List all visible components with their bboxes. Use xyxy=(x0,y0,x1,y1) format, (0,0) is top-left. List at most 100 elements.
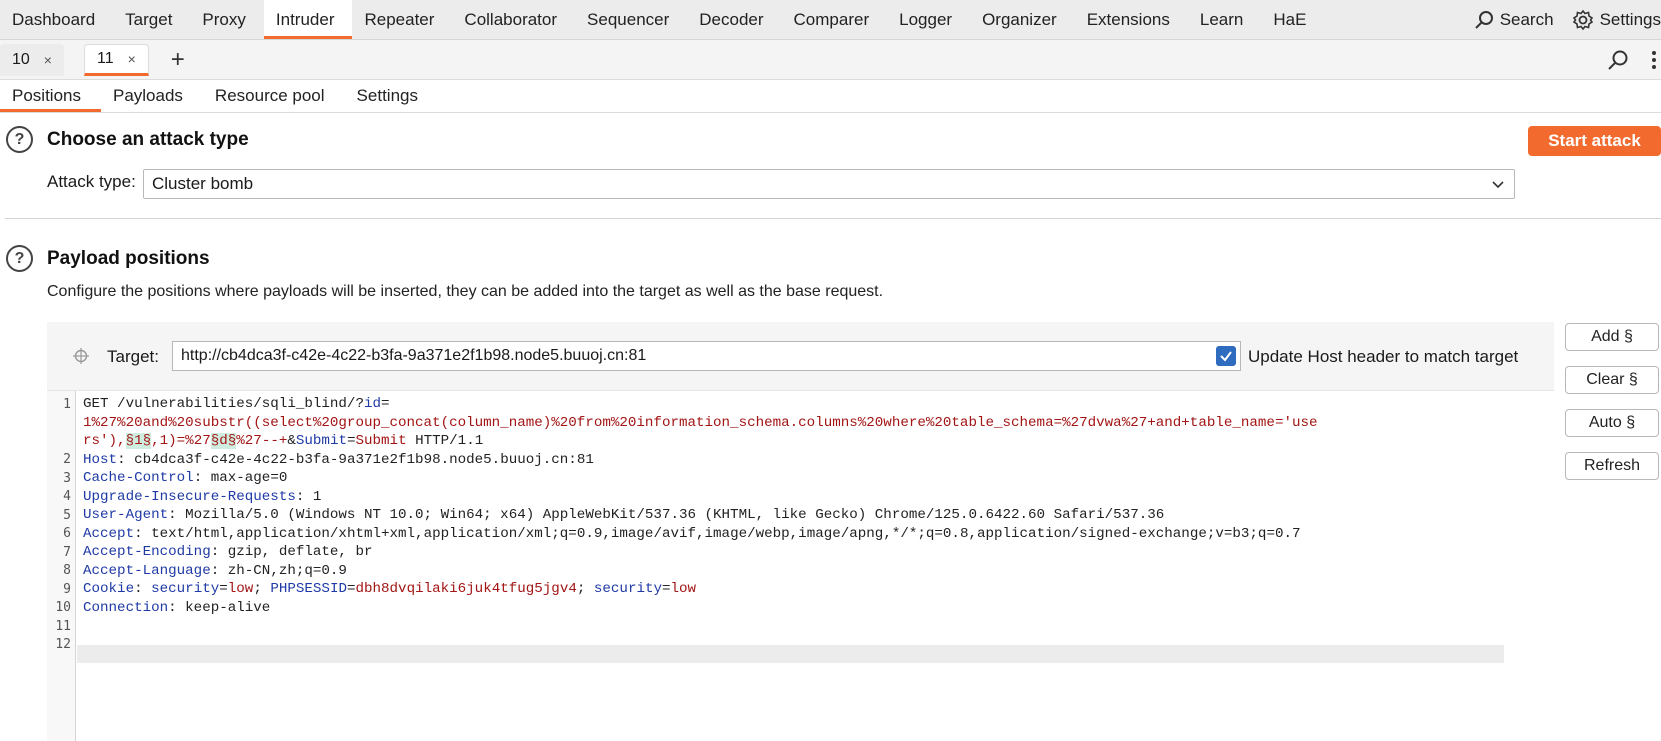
header-name: Accept-Encoding xyxy=(83,544,211,560)
header-line: Accept-Language: zh-CN,zh;q=0.9 xyxy=(83,562,347,579)
settings-label: Settings xyxy=(1599,9,1661,29)
payload-positions-description: Configure the positions where payloads w… xyxy=(47,283,884,300)
target-row: Target: http://cb4dca3f-c42e-4c22-b3fa-9… xyxy=(47,322,1554,390)
nav-target[interactable]: Target xyxy=(113,0,190,39)
close-icon[interactable]: × xyxy=(128,51,136,67)
cookie-value: low xyxy=(227,581,254,597)
header-value: cb4dca3f-c42e-4c22-b3fa-9a371e2f1b98.nod… xyxy=(134,451,594,468)
line-number: 2 xyxy=(63,452,71,467)
nav-comparer[interactable]: Comparer xyxy=(782,0,888,39)
nav-logger[interactable]: Logger xyxy=(887,0,970,39)
line-number: 11 xyxy=(55,619,71,634)
nav-collaborator[interactable]: Collaborator xyxy=(452,0,575,39)
line-number: 4 xyxy=(63,489,71,504)
help-icon[interactable]: ? xyxy=(6,126,33,153)
header-value: 1 xyxy=(312,488,322,505)
line-number: 9 xyxy=(63,582,71,597)
cookie-value: dbh8dvqilaki6juk4tfug5jgv4 xyxy=(355,581,577,597)
search-button[interactable]: Search xyxy=(1474,10,1554,30)
nav-organizer[interactable]: Organizer xyxy=(970,0,1075,39)
checkmark-icon xyxy=(1220,351,1232,362)
request-tab-11[interactable]: 11 × xyxy=(83,43,149,76)
request-line-wrap: rs'),§1§,1)=%27§d§%27--+&Submit=Submit H… xyxy=(83,432,483,451)
search-label: Search xyxy=(1499,9,1554,29)
header-line: Upgrade-Insecure-Requests: 1 xyxy=(83,488,322,505)
top-nav: Dashboard Target Proxy Intruder Repeater… xyxy=(0,0,1661,40)
line-number: 5 xyxy=(63,508,71,523)
header-line: User-Agent: Mozilla/5.0 (Windows NT 10.0… xyxy=(83,507,1165,523)
search-icon[interactable] xyxy=(1607,49,1629,71)
header-value: max-age=0 xyxy=(210,470,288,486)
attack-type-label: Attack type: xyxy=(47,172,136,191)
nav-hae[interactable]: HaE xyxy=(1261,0,1324,39)
nav-repeater[interactable]: Repeater xyxy=(352,0,452,39)
auto-markers-button[interactable]: Auto § xyxy=(1565,409,1659,437)
help-icon[interactable]: ? xyxy=(6,245,33,272)
search-icon xyxy=(1474,10,1493,29)
line-number: 7 xyxy=(63,545,71,560)
param-value: rs'), xyxy=(83,433,126,449)
nav-dashboard[interactable]: Dashboard xyxy=(0,0,113,39)
code-text: HTTP/1.1 xyxy=(406,433,484,449)
gear-icon xyxy=(1572,9,1593,30)
attack-type-select[interactable]: Cluster bomb xyxy=(143,169,1515,199)
cookie-key: security xyxy=(593,581,663,597)
header-line: Connection: keep-alive xyxy=(83,599,271,616)
param-key: id xyxy=(363,396,381,412)
tab-positions[interactable]: Positions xyxy=(0,80,101,112)
request-tabs: 10 × 11 × + xyxy=(0,40,1661,80)
nav-extensions[interactable]: Extensions xyxy=(1075,0,1188,39)
header-name: Accept-Language xyxy=(83,562,211,579)
tab-resource-pool[interactable]: Resource pool xyxy=(203,80,345,112)
attack-type-value: Cluster bomb xyxy=(152,174,254,193)
add-marker-button[interactable]: Add § xyxy=(1565,323,1659,351)
tab-settings[interactable]: Settings xyxy=(345,80,438,112)
attack-type-title: Choose an attack type xyxy=(47,129,249,150)
request-tab-label: 11 xyxy=(96,49,114,67)
header-line: Cache-Control: max-age=0 xyxy=(83,470,288,486)
more-options-icon[interactable] xyxy=(1651,49,1657,71)
chevron-down-icon xyxy=(1492,181,1504,189)
tab-payloads[interactable]: Payloads xyxy=(101,80,203,112)
clear-markers-button[interactable]: Clear § xyxy=(1565,366,1659,394)
header-name: Accept xyxy=(83,525,135,542)
cookie-line: Cookie: security=low; PHPSESSID=dbh8dvqi… xyxy=(83,581,697,597)
add-tab-button[interactable]: + xyxy=(171,46,185,74)
nav-learn[interactable]: Learn xyxy=(1188,0,1261,39)
nav-decoder[interactable]: Decoder xyxy=(687,0,781,39)
param-value: Submit xyxy=(355,433,407,449)
intruder-sub-tabs: Positions Payloads Resource pool Setting… xyxy=(0,80,1661,113)
header-name: Connection xyxy=(83,599,169,616)
nav-sequencer[interactable]: Sequencer xyxy=(575,0,687,39)
target-input[interactable]: http://cb4dca3f-c42e-4c22-b3fa-9a371e2f1… xyxy=(172,341,1241,371)
payload-marker[interactable]: §1§ xyxy=(125,433,152,449)
param-value: ,1)=%27 xyxy=(151,433,211,449)
code-text: = xyxy=(381,396,390,412)
target-label: Target: xyxy=(107,347,159,366)
section-divider xyxy=(5,218,1661,219)
refresh-button[interactable]: Refresh xyxy=(1565,452,1659,480)
line-number: 1 xyxy=(63,397,71,412)
nav-intruder[interactable]: Intruder xyxy=(263,0,353,39)
cookie-value: low xyxy=(670,581,697,597)
update-host-checkbox[interactable] xyxy=(1216,346,1236,366)
line-number: 12 xyxy=(55,637,71,652)
header-line: Host: cb4dca3f-c42e-4c22-b3fa-9a371e2f1b… xyxy=(83,451,594,468)
header-name: Cookie xyxy=(83,581,135,597)
request-tab-10[interactable]: 10 × xyxy=(0,43,64,76)
close-icon[interactable]: × xyxy=(44,52,52,68)
payload-positions-title: Payload positions xyxy=(47,248,210,269)
current-line-highlight xyxy=(77,645,1504,663)
code-text: & xyxy=(287,433,296,449)
start-attack-button[interactable]: Start attack xyxy=(1528,126,1661,156)
request-line: GET /vulnerabilities/sqli_blind/?id= xyxy=(83,395,390,414)
header-value: Mozilla/5.0 (Windows NT 10.0; Win64; x64… xyxy=(185,507,1165,523)
nav-proxy[interactable]: Proxy xyxy=(190,0,263,39)
request-panel: Target: http://cb4dca3f-c42e-4c22-b3fa-9… xyxy=(47,322,1554,741)
payload-marker[interactable]: §d§ xyxy=(210,433,237,449)
request-editor[interactable]: 1 2 3 4 5 6 7 8 9 10 11 12 GET /vulnerab… xyxy=(47,390,1554,741)
param-value: %27--+ xyxy=(236,433,288,449)
settings-button[interactable]: Settings xyxy=(1572,9,1661,31)
header-value: keep-alive xyxy=(185,599,271,616)
line-number: 6 xyxy=(63,526,71,541)
